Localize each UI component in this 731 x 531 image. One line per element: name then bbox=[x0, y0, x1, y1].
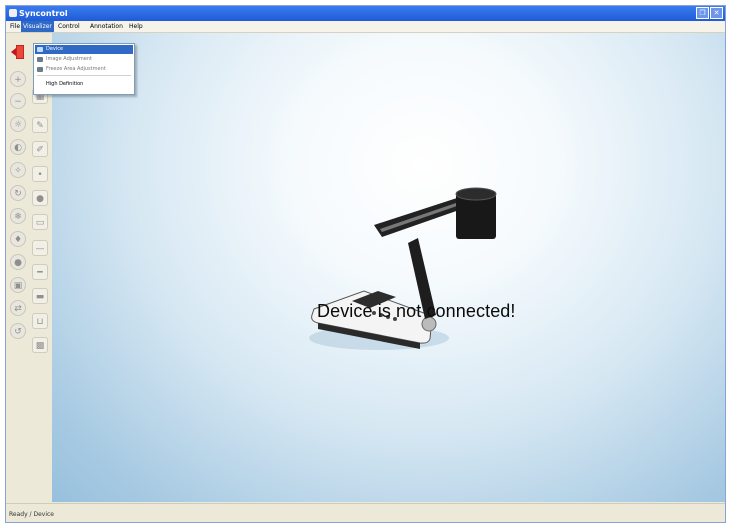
mirror-icon[interactable]: ⇄ bbox=[10, 300, 26, 316]
reset-icon[interactable]: ↺ bbox=[10, 323, 26, 339]
status-bar: Ready / Device bbox=[6, 503, 725, 522]
close-button[interactable]: ✕ bbox=[710, 7, 723, 19]
status-text: Ready / Device bbox=[9, 511, 54, 518]
title-bar: Syncontrol ❐ ✕ bbox=[6, 6, 725, 21]
highlighter-icon[interactable]: ✐ bbox=[32, 141, 48, 157]
exit-icon[interactable] bbox=[11, 44, 25, 60]
app-icon bbox=[9, 9, 17, 17]
zoom-out-icon[interactable]: − bbox=[10, 93, 26, 109]
menu-bar: File Visualizer Control Annotation Help bbox=[6, 21, 725, 33]
menu-file[interactable]: File bbox=[8, 21, 22, 32]
preview-canvas: Device is not connected! bbox=[52, 33, 725, 502]
status-message: Device is not connected! bbox=[317, 301, 516, 321]
bracket-icon[interactable]: ⊔ bbox=[32, 313, 48, 329]
camera-icon bbox=[37, 47, 43, 52]
window-title: Syncontrol bbox=[19, 9, 68, 18]
capture-icon[interactable]: ● bbox=[10, 254, 26, 270]
menu-separator bbox=[37, 75, 131, 76]
contrast-icon[interactable]: ◐ bbox=[10, 139, 26, 155]
menu-annotation[interactable]: Annotation bbox=[88, 21, 125, 32]
menu-item-device[interactable]: Device bbox=[35, 45, 133, 54]
visualizer-dropdown: Device Image Adjustment Freeze Area Adju… bbox=[33, 43, 135, 95]
large-dot-icon[interactable]: ● bbox=[32, 190, 48, 206]
eraser-icon[interactable]: ▭ bbox=[32, 214, 48, 230]
thick-line-icon[interactable]: ▬ bbox=[32, 288, 48, 304]
thin-line-icon[interactable]: — bbox=[32, 240, 48, 256]
lamp-icon[interactable]: ♦ bbox=[10, 231, 26, 247]
freeze-icon[interactable]: ❄ bbox=[10, 208, 26, 224]
record-icon[interactable]: ▣ bbox=[10, 277, 26, 293]
grid-icon bbox=[37, 67, 43, 72]
tool-sidebar: + − ☼ ◐ ✧ ↻ ❄ ♦ ● ▣ ⇄ ↺ ▦ ✎ ✐ • ● ▭ — ━ … bbox=[6, 33, 52, 503]
menu-visualizer[interactable]: Visualizer bbox=[21, 21, 54, 32]
app-window: Syncontrol ❐ ✕ File Visualizer Control A… bbox=[5, 5, 726, 523]
pen-icon[interactable]: ✎ bbox=[32, 117, 48, 133]
menu-item-freeze-area[interactable]: Freeze Area Adjustment bbox=[35, 65, 133, 74]
menu-item-image-adjustment[interactable]: Image Adjustment bbox=[35, 55, 133, 64]
document-camera-image bbox=[309, 187, 497, 350]
menu-item-high-definition[interactable]: High Definition bbox=[35, 80, 133, 89]
small-dot-icon[interactable]: • bbox=[32, 166, 48, 182]
menu-help[interactable]: Help bbox=[127, 21, 145, 32]
restore-button[interactable]: ❐ bbox=[696, 7, 709, 19]
menu-control[interactable]: Control bbox=[56, 21, 82, 32]
focus-icon[interactable]: ✧ bbox=[10, 162, 26, 178]
zoom-in-icon[interactable]: + bbox=[10, 71, 26, 87]
brightness-icon[interactable]: ☼ bbox=[10, 116, 26, 132]
image-icon bbox=[37, 57, 43, 62]
palette-icon[interactable]: ▩ bbox=[32, 337, 48, 353]
medium-line-icon[interactable]: ━ bbox=[32, 264, 48, 280]
rotate-icon[interactable]: ↻ bbox=[10, 185, 26, 201]
